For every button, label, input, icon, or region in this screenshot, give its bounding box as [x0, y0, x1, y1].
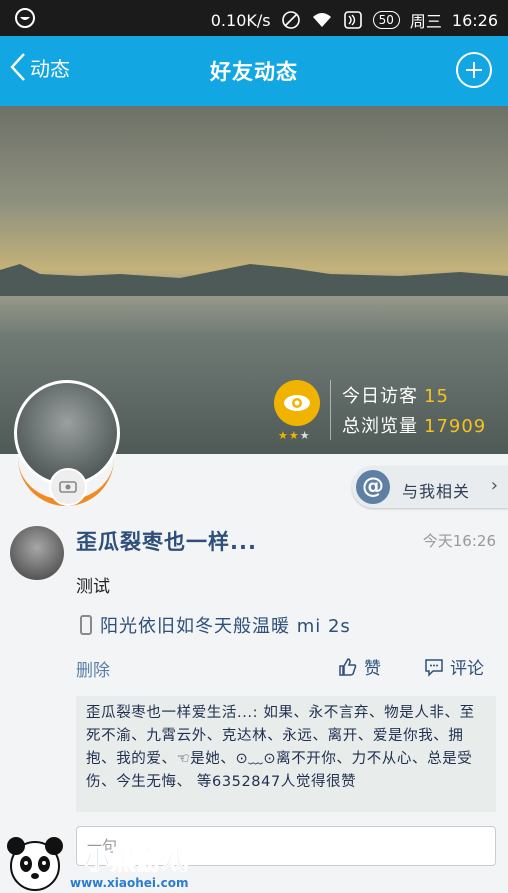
post-author-avatar[interactable]: [10, 526, 64, 580]
post-content: 测试: [76, 577, 110, 597]
add-post-button[interactable]: [456, 52, 492, 88]
mute-icon: [281, 11, 300, 29]
page-title: 好友动态: [210, 60, 298, 84]
related-to-me-label: 与我相关: [402, 482, 471, 501]
visitor-badge[interactable]: [274, 380, 320, 426]
star-rating: ★★★: [278, 429, 311, 442]
phone-icon: [80, 615, 92, 635]
battery-icon: 50: [372, 11, 400, 29]
likes-summary[interactable]: 歪瓜裂枣也一样爱生活...: 如果、永不言弃、物是人非、至死不渝、九霄云外、克达…: [76, 696, 496, 812]
views-label: 总浏览量: [342, 416, 418, 437]
comment-label: 评论: [450, 659, 484, 679]
post-author-name[interactable]: 歪瓜裂枣也一样...: [76, 526, 257, 556]
title-bar: 动态 好友动态: [0, 36, 508, 106]
app-icon: [15, 8, 35, 28]
visitors-count: 15: [424, 386, 449, 407]
comment-button[interactable]: 评论: [424, 654, 484, 679]
at-icon: @: [356, 470, 390, 504]
vip-badge-icon[interactable]: [49, 468, 87, 506]
nfc-icon: [343, 11, 362, 29]
status-bar: 0.10K/s 50 周三 16:26: [0, 0, 508, 36]
chevron-right-icon: ›: [490, 475, 498, 496]
like-label: 赞: [364, 659, 381, 679]
star-filled-icon: ★: [288, 429, 300, 442]
total-views: 总浏览量 17909: [342, 412, 486, 438]
delete-button[interactable]: 删除: [76, 656, 110, 681]
eye-icon: [284, 395, 310, 411]
network-speed: 0.10K/s: [210, 10, 271, 30]
post-timestamp: 今天16:26: [422, 532, 496, 550]
star-empty-icon: ★: [299, 429, 311, 442]
watermark-url: www.xiaohei.com: [70, 876, 189, 890]
like-button[interactable]: 赞: [338, 654, 381, 679]
star-filled-icon: ★: [278, 429, 289, 442]
stats-divider: [330, 380, 331, 440]
post-device: 阳光依旧如冬天般温暖 mi 2s: [80, 612, 351, 638]
thumbs-up-icon: [339, 657, 357, 676]
clock: 16:26: [451, 10, 498, 30]
panda-logo-icon: [7, 837, 63, 891]
today-visitors: 今日访客 15: [342, 382, 449, 408]
crown-icon: [59, 481, 77, 493]
comment-icon: [425, 658, 443, 677]
visitors-label: 今日访客: [342, 386, 418, 407]
wifi-icon: [312, 13, 331, 27]
device-label: 阳光依旧如冬天般温暖 mi 2s: [100, 616, 351, 637]
watermark-brand: 小黑游戏: [83, 846, 189, 877]
related-to-me-button[interactable]: @ 与我相关 ›: [352, 466, 508, 508]
weekday: 周三: [409, 12, 442, 31]
views-count: 17909: [424, 416, 487, 437]
